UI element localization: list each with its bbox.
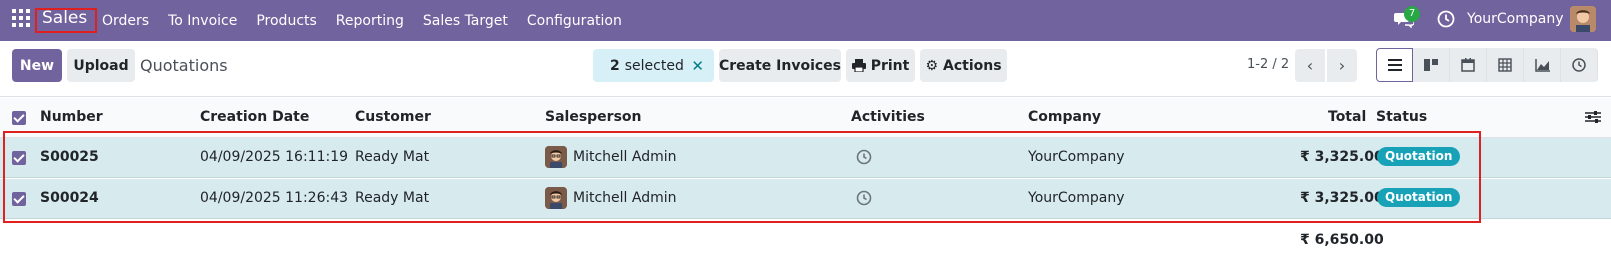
selected-label: selected <box>624 57 684 74</box>
apps-menu-icon[interactable] <box>12 9 30 27</box>
menu-products[interactable]: Products <box>256 13 316 29</box>
menu-orders[interactable]: Orders <box>102 13 149 29</box>
cell-customer: Ready Mat <box>355 190 430 206</box>
cell-total: ₹ 3,325.00 <box>1300 149 1384 165</box>
print-icon <box>851 59 866 72</box>
cell-number: S00024 <box>40 190 99 206</box>
selection-indicator: 2 selected ✕ <box>593 49 714 82</box>
pivot-view-icon[interactable] <box>1487 48 1524 82</box>
activity-clock-icon[interactable] <box>856 190 872 206</box>
header-salesperson[interactable]: Salesperson <box>545 109 642 125</box>
header-total[interactable]: Total <box>1328 109 1366 125</box>
cell-salesperson: Mitchell Admin <box>573 190 677 206</box>
top-navbar: Sales Orders To Invoice Products Reporti… <box>0 0 1611 41</box>
cell-company: YourCompany <box>1028 190 1125 206</box>
header-status[interactable]: Status <box>1376 109 1427 125</box>
salesperson-avatar <box>545 187 567 209</box>
selected-count: 2 <box>610 57 620 74</box>
activity-view-icon[interactable] <box>1561 48 1598 82</box>
header-company[interactable]: Company <box>1028 109 1101 125</box>
chevron-left-icon: ‹ <box>1306 56 1314 75</box>
chevron-right-icon: › <box>1338 56 1346 75</box>
cell-number: S00025 <box>40 149 99 165</box>
cell-company: YourCompany <box>1028 149 1125 165</box>
main-menu: Orders To Invoice Products Reporting Sal… <box>102 0 641 41</box>
header-number[interactable]: Number <box>40 109 103 125</box>
activity-clock-icon[interactable] <box>856 149 872 165</box>
cell-creation-date: 04/09/2025 11:26:43 <box>200 190 349 206</box>
select-all-checkbox[interactable] <box>12 111 26 125</box>
status-badge: Quotation <box>1377 188 1461 207</box>
header-customer[interactable]: Customer <box>355 109 431 125</box>
menu-to-invoice[interactable]: To Invoice <box>168 13 237 29</box>
kanban-view-icon[interactable] <box>1413 48 1450 82</box>
cell-salesperson: Mitchell Admin <box>573 149 677 165</box>
user-avatar[interactable] <box>1570 6 1596 32</box>
header-activities[interactable]: Activities <box>851 109 925 125</box>
page-title: Quotations <box>140 56 228 75</box>
print-label: Print <box>870 57 910 74</box>
menu-sales-target[interactable]: Sales Target <box>423 13 508 29</box>
print-button[interactable]: Print <box>846 49 915 82</box>
list-view-icon[interactable] <box>1376 48 1413 82</box>
upload-button[interactable]: Upload <box>67 49 135 82</box>
clock-icon[interactable] <box>1437 10 1455 28</box>
new-button[interactable]: New <box>12 49 62 82</box>
salesperson-avatar <box>545 146 567 168</box>
header-creation-date[interactable]: Creation Date <box>200 109 309 125</box>
row-checkbox[interactable] <box>12 192 26 206</box>
company-switcher[interactable]: YourCompany <box>1467 11 1564 27</box>
gear-icon: ⚙ <box>925 57 938 74</box>
table-row[interactable]: S00024 04/09/2025 11:26:43 Ready Mat Mit… <box>0 179 1611 219</box>
optional-columns-icon[interactable] <box>1585 110 1601 124</box>
menu-configuration[interactable]: Configuration <box>527 13 622 29</box>
cell-creation-date: 04/09/2025 16:11:19 <box>200 149 349 165</box>
calendar-view-icon[interactable] <box>1450 48 1487 82</box>
view-switcher <box>1376 48 1598 82</box>
pager-next-button[interactable]: › <box>1327 49 1357 82</box>
pager-previous-button[interactable]: ‹ <box>1295 49 1325 82</box>
cell-total: ₹ 3,325.00 <box>1300 190 1384 206</box>
pager-value[interactable]: 1-2 / 2 <box>1247 57 1289 72</box>
cell-customer: Ready Mat <box>355 149 430 165</box>
control-panel: New Upload Quotations 2 selected ✕ Creat… <box>0 41 1611 97</box>
highlight-box <box>35 8 97 33</box>
menu-reporting[interactable]: Reporting <box>336 13 404 29</box>
sum-total: ₹ 6,650.00 <box>1300 232 1384 248</box>
create-invoices-button[interactable]: Create Invoices <box>719 49 841 82</box>
row-checkbox[interactable] <box>12 151 26 165</box>
unselect-all-icon[interactable]: ✕ <box>691 57 704 75</box>
chat-count-badge: 7 <box>1404 6 1420 22</box>
table-header: Number Creation Date Customer Salesperso… <box>0 98 1611 138</box>
graph-view-icon[interactable] <box>1524 48 1561 82</box>
actions-button[interactable]: ⚙ Actions <box>920 49 1007 82</box>
table-row[interactable]: S00025 04/09/2025 16:11:19 Ready Mat Mit… <box>0 138 1611 178</box>
status-badge: Quotation <box>1377 147 1461 166</box>
actions-label: Actions <box>943 57 1002 74</box>
